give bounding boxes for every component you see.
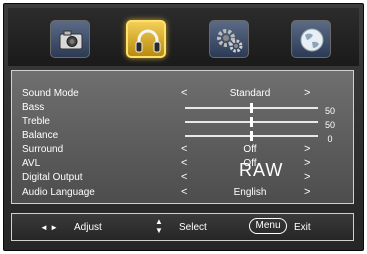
select-hint: Select (179, 222, 207, 233)
increase-arrow-icon[interactable]: > (304, 171, 310, 184)
slider-track[interactable] (185, 117, 318, 127)
category-tab-bar (8, 8, 359, 66)
settings-gear-icon (217, 29, 243, 53)
tab-settings[interactable] (209, 20, 249, 58)
increase-arrow-icon[interactable]: > (304, 186, 310, 199)
decrease-arrow-icon[interactable]: < (181, 87, 187, 100)
menu-row[interactable]: Treble 50 (22, 115, 342, 130)
menu-row-label: Balance (22, 130, 59, 141)
menu-row-label: Surround (22, 144, 64, 155)
decrease-arrow-icon[interactable]: < (181, 186, 187, 199)
tab-audio[interactable] (126, 20, 166, 58)
menu-key-badge: Menu (249, 218, 287, 234)
menu-row[interactable]: Bass 50 (22, 101, 342, 116)
increase-arrow-icon[interactable]: > (304, 143, 310, 156)
menu-row[interactable]: Balance 0 (22, 129, 342, 144)
adjust-hint: Adjust (74, 222, 102, 233)
decrease-arrow-icon[interactable]: < (181, 157, 187, 170)
menu-row-value: Standard (229, 88, 271, 99)
increase-arrow-icon[interactable]: > (304, 87, 310, 100)
menu-row-label: Sound Mode (22, 88, 79, 99)
left-right-arrows-icon: ◄ ► (40, 223, 59, 232)
menu-row[interactable]: Audio Language < English > (22, 186, 342, 199)
menu-row[interactable]: AVL < Off > (22, 157, 342, 170)
slider-knob[interactable] (250, 117, 253, 127)
help-bar: ◄ ► Adjust ▲ ▼ Select Menu Exit (11, 213, 354, 241)
slider-knob[interactable] (250, 131, 253, 141)
exit-hint: Exit (294, 222, 311, 233)
menu-row-value: English (233, 187, 267, 198)
slider-track[interactable] (185, 103, 318, 113)
watermark-text: RAW (239, 160, 284, 180)
audio-headphones-icon (135, 29, 161, 53)
slider-track[interactable] (185, 131, 318, 141)
tab-globe[interactable] (291, 20, 331, 58)
increase-arrow-icon[interactable]: > (304, 157, 310, 170)
menu-row-label: Digital Output (22, 172, 83, 183)
decrease-arrow-icon[interactable]: < (181, 143, 187, 156)
menu-row[interactable]: Sound Mode < Standard > (22, 87, 342, 100)
tab-picture[interactable] (50, 20, 90, 58)
slider-knob[interactable] (250, 103, 253, 113)
menu-row-label: AVL (22, 158, 41, 169)
picture-icon (59, 30, 83, 50)
globe-icon (300, 28, 324, 52)
up-down-arrows-icon: ▲ ▼ (155, 217, 163, 235)
menu-row-value: Off (243, 144, 257, 155)
menu-row-label: Audio Language (22, 187, 95, 198)
decrease-arrow-icon[interactable]: < (181, 171, 187, 184)
menu-row[interactable]: Surround < Off > (22, 143, 342, 156)
menu-row-label: Bass (22, 102, 45, 113)
menu-row-label: Treble (22, 116, 50, 127)
menu-row[interactable]: Digital Output < > (22, 171, 342, 184)
